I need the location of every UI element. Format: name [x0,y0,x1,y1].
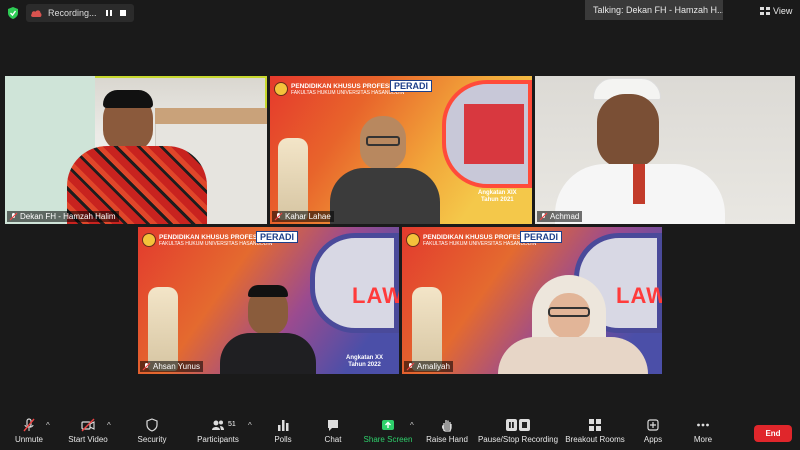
more-button[interactable]: More [690,412,716,450]
more-dots-icon [697,423,709,427]
chat-button[interactable]: Chat [318,412,348,450]
more-label: More [693,435,713,444]
person-jacket [330,168,440,224]
peradi-logo: PERADI [390,80,433,92]
participant-name: Achmad [550,212,580,221]
apps-icon [647,419,659,431]
recording-label: Recording... [48,8,97,18]
security-label: Security [137,435,167,444]
person-patterned-shirt [498,337,648,374]
participant-name-tag: Dekan FH - Hamzah Halim [7,211,119,222]
unhas-logo-icon [142,233,156,247]
chat-label: Chat [324,435,342,444]
view-label: View [773,6,793,16]
angkatan-label: Angkatan XX Tahun 2022 [346,355,384,368]
person-hair [248,285,288,297]
glasses [366,136,400,146]
participant-name: Kahar Lahae [285,212,331,221]
video-tile-achmad[interactable]: Achmad [535,76,795,224]
unmute-button[interactable]: Unmute [8,412,50,450]
participants-options-caret[interactable]: ^ [248,421,252,430]
video-tile-kahar[interactable]: PENDIDIKAN KHUSUS PROFESI ADVOKAT FAKULT… [270,76,532,224]
raise-hand-icon [441,420,452,432]
unhas-logo-icon [406,233,420,247]
person-hair [103,90,153,108]
video-off-icon [81,418,95,432]
building-photo [442,80,532,188]
participant-name: Amaliyah [417,362,450,371]
shield-icon[interactable] [6,6,20,20]
polls-icon [278,420,289,431]
muted-mic-icon [406,362,415,371]
pause-recording-icon[interactable] [102,6,116,20]
participant-name: Dekan FH - Hamzah Halim [20,212,116,221]
cloud-record-icon [31,9,42,17]
share-options-caret[interactable]: ^ [410,421,414,430]
video-options-caret[interactable]: ^ [107,421,111,430]
audio-options-caret[interactable]: ^ [46,421,50,430]
stop-recording-icon[interactable] [116,6,130,20]
participants-count: 51 [228,421,236,428]
muted-mic-icon [274,212,283,221]
apps-label: Apps [643,435,663,444]
participants-button[interactable]: Participants 51 [192,412,244,450]
participant-name-tag: Achmad [537,211,583,222]
raise-hand-label: Raise Hand [426,435,468,444]
breakout-rooms-label: Breakout Rooms [565,435,625,444]
end-meeting-button[interactable]: End [754,425,792,442]
share-screen-icon [382,420,394,430]
law-text: LAW [616,283,662,308]
view-button[interactable]: View [760,4,792,18]
peradi-logo: PERADI [520,231,563,243]
wall-shelf [155,108,267,124]
unmute-label: Unmute [14,435,43,444]
talking-indicator: Talking: Dekan FH - Hamzah H... [585,0,723,20]
breakout-rooms-button[interactable]: Breakout Rooms [565,412,625,450]
start-video-button[interactable]: Start Video [62,412,114,450]
video-tile-hamzah[interactable]: Dekan FH - Hamzah Halim [5,76,267,224]
lady-justice-statue [412,287,442,371]
pause-stop-recording-label: Pause/Stop Recording [477,435,559,444]
video-tile-amaliyah[interactable]: PENDIDIKAN KHUSUS PROFESI ADVOKAT FAKULT… [402,227,662,374]
glasses [548,307,590,317]
unhas-logo-icon [274,82,288,96]
participant-name-tag: Kahar Lahae [272,211,334,222]
grid-view-icon [760,7,770,15]
participant-name: Ahsan Yunus [153,362,201,371]
participants-label: Participants [197,435,239,444]
security-shield-icon [146,418,158,432]
participant-name-tag: Amaliyah [404,361,453,372]
apps-button[interactable]: Apps [640,412,666,450]
meeting-toolbar: Unmute ^ Start Video ^ Security Particip… [0,412,800,450]
peradi-logo: PERADI [256,231,299,243]
pause-stop-icon [506,419,530,431]
participants-icon [212,420,224,430]
recording-indicator[interactable]: Recording... [26,4,134,22]
law-text: LAW [352,283,399,308]
share-screen-button[interactable]: Share Screen [362,412,414,450]
muted-mic-icon [539,212,548,221]
start-video-label: Start Video [68,435,108,444]
raise-hand-button[interactable]: Raise Hand [424,412,470,450]
security-button[interactable]: Security [132,412,172,450]
angkatan-label: Angkatan XIX Tahun 2021 [478,190,517,203]
pause-stop-recording-button[interactable]: Pause/Stop Recording [478,412,558,450]
person-dark-shirt [220,333,316,374]
participant-name-tag: Ahsan Yunus [140,361,204,372]
muted-mic-icon [142,362,151,371]
polls-button[interactable]: Polls [268,412,298,450]
muted-mic-icon [9,212,18,221]
lady-justice-statue [148,287,178,371]
breakout-rooms-icon [589,419,601,431]
video-tile-ahsan[interactable]: PENDIDIKAN KHUSUS PROFESI ADVOKAT FAKULT… [138,227,399,374]
lady-justice-statue [278,138,308,220]
person-head [597,94,659,168]
chat-icon [328,420,338,431]
polls-label: Polls [274,435,292,444]
muted-mic-icon [23,418,35,432]
share-screen-label: Share Screen [363,435,413,444]
